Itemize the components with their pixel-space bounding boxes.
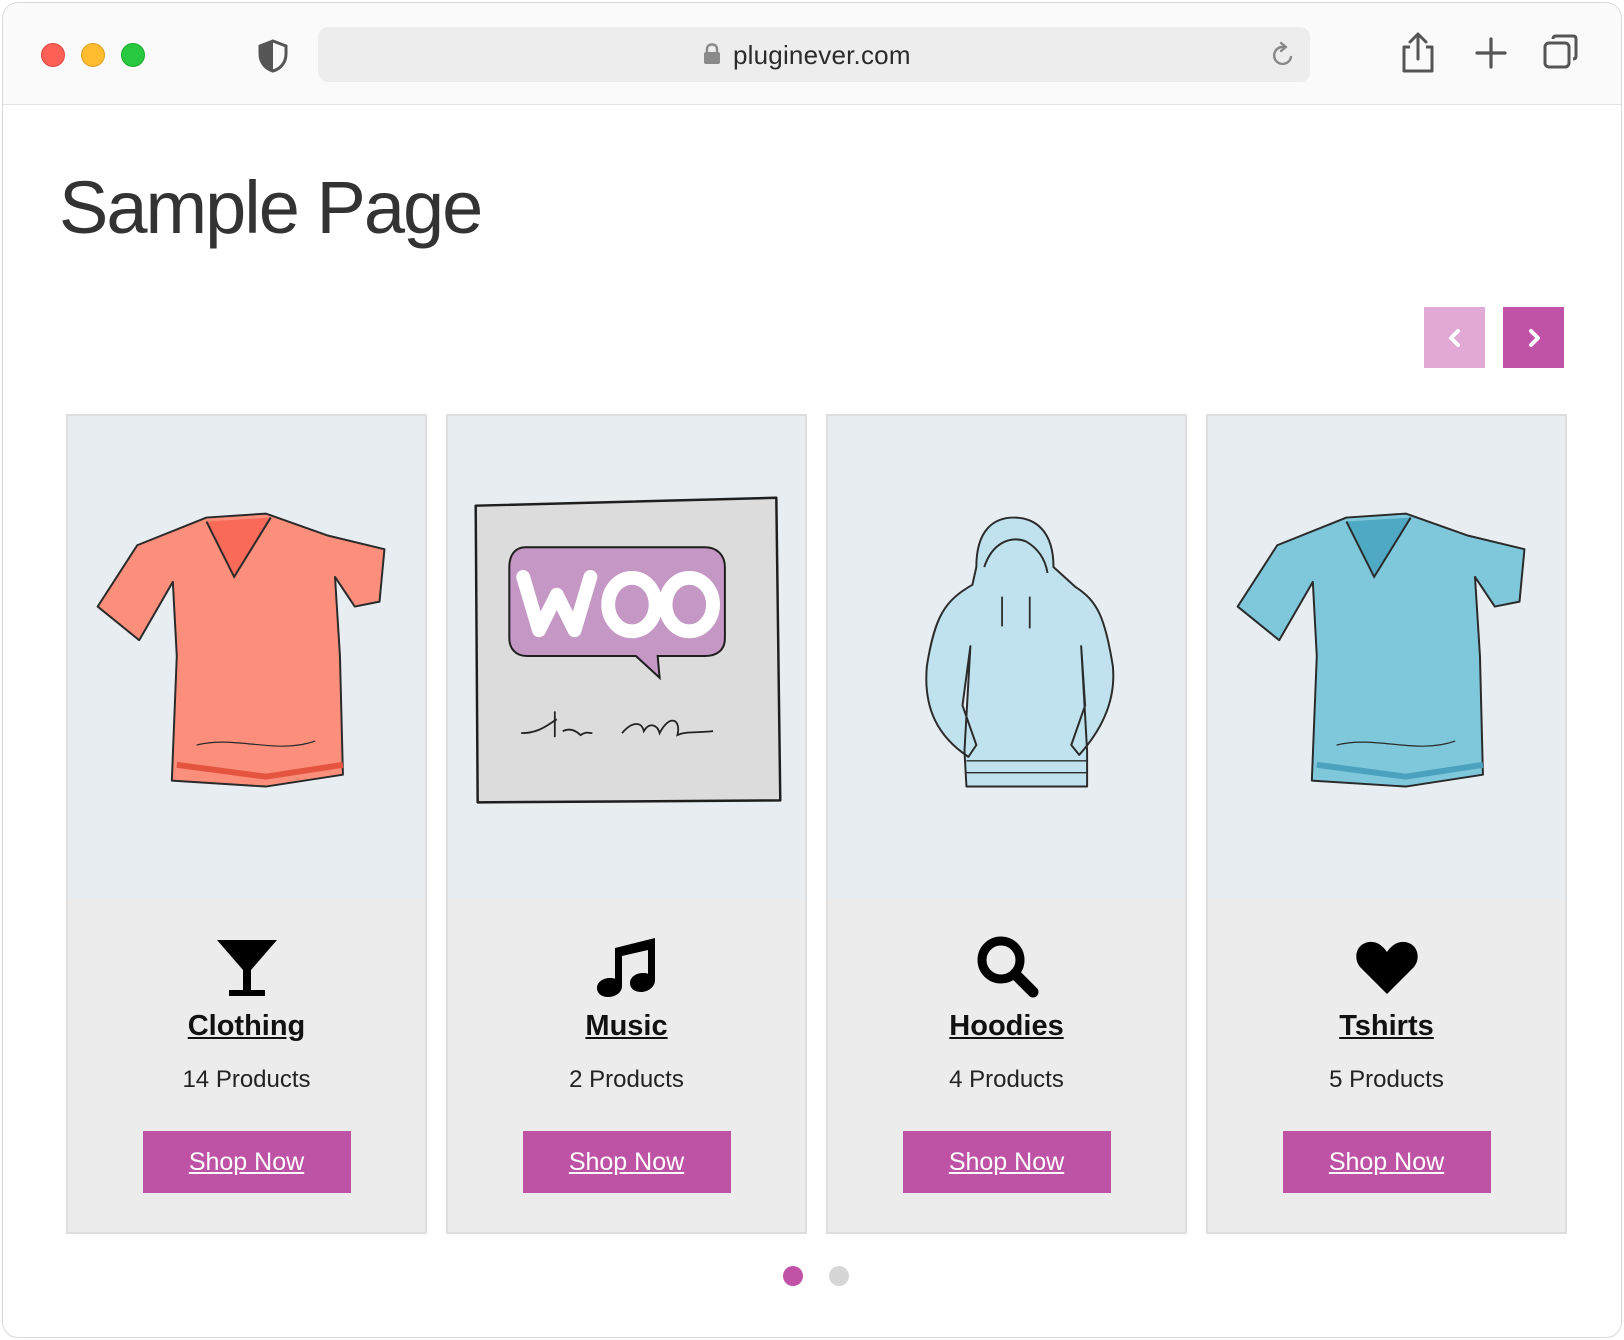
close-window-button[interactable]: [41, 43, 65, 67]
carousel-dot-2[interactable]: [829, 1266, 849, 1286]
address-bar[interactable]: pluginever.com: [318, 27, 1310, 82]
new-tab-icon[interactable]: [1471, 31, 1511, 75]
category-card-hoodies: Hoodies 4 Products Shop Now: [826, 414, 1187, 1234]
category-card-tshirts: Tshirts 5 Products Shop Now: [1206, 414, 1567, 1234]
category-carousel: Clothing 14 Products Shop Now Music 2 Pr…: [66, 414, 1568, 1234]
category-card-music: Music 2 Products Shop Now: [446, 414, 807, 1234]
browser-toolbar: pluginever.com: [3, 3, 1621, 105]
category-name[interactable]: Tshirts: [1208, 1010, 1565, 1043]
url-text: pluginever.com: [733, 40, 911, 70]
maximize-window-button[interactable]: [121, 43, 145, 67]
music-note-icon: [596, 938, 655, 997]
carousel-next-button[interactable]: [1503, 307, 1564, 368]
shop-now-button[interactable]: Shop Now: [522, 1131, 731, 1193]
reload-icon[interactable]: [1270, 41, 1296, 69]
carousel-pagination: [3, 1266, 1621, 1286]
category-name[interactable]: Music: [448, 1010, 805, 1043]
category-count: 4 Products: [949, 1066, 1064, 1093]
category-name[interactable]: Clothing: [68, 1010, 425, 1043]
carousel-dot-1[interactable]: [783, 1266, 803, 1286]
search-icon: [977, 936, 1038, 998]
page-title: Sample Page: [59, 166, 483, 249]
category-image[interactable]: [68, 416, 425, 898]
chevron-right-icon: [1528, 328, 1540, 347]
shop-now-button[interactable]: Shop Now: [902, 1131, 1111, 1193]
blue-hoodie-image: [925, 516, 1115, 788]
blue-tshirt-image: [1236, 512, 1526, 788]
category-image[interactable]: [828, 416, 1185, 898]
category-count: 14 Products: [182, 1066, 311, 1093]
red-tshirt-image: [96, 512, 386, 788]
category-count: 5 Products: [1329, 1066, 1444, 1093]
woo-album-image: [474, 496, 782, 804]
shop-now-button[interactable]: Shop Now: [142, 1131, 351, 1193]
category-image[interactable]: [448, 416, 805, 898]
cocktail-glass-icon: [216, 940, 277, 996]
share-icon[interactable]: [1398, 31, 1438, 75]
tab-overview-icon[interactable]: [1541, 31, 1581, 75]
browser-window: pluginever.com Sample Page Clothing 14 P…: [2, 2, 1622, 1338]
category-name[interactable]: Hoodies: [828, 1010, 1185, 1043]
heart-icon: [1355, 941, 1418, 994]
category-card-clothing: Clothing 14 Products Shop Now: [66, 414, 427, 1234]
minimize-window-button[interactable]: [81, 43, 105, 67]
lock-icon: [704, 43, 720, 64]
shop-now-button[interactable]: Shop Now: [1282, 1131, 1491, 1193]
chevron-left-icon: [1448, 328, 1460, 347]
carousel-prev-button[interactable]: [1424, 307, 1485, 368]
shield-icon[interactable]: [257, 39, 289, 73]
category-count: 2 Products: [569, 1066, 684, 1093]
category-image[interactable]: [1208, 416, 1565, 898]
